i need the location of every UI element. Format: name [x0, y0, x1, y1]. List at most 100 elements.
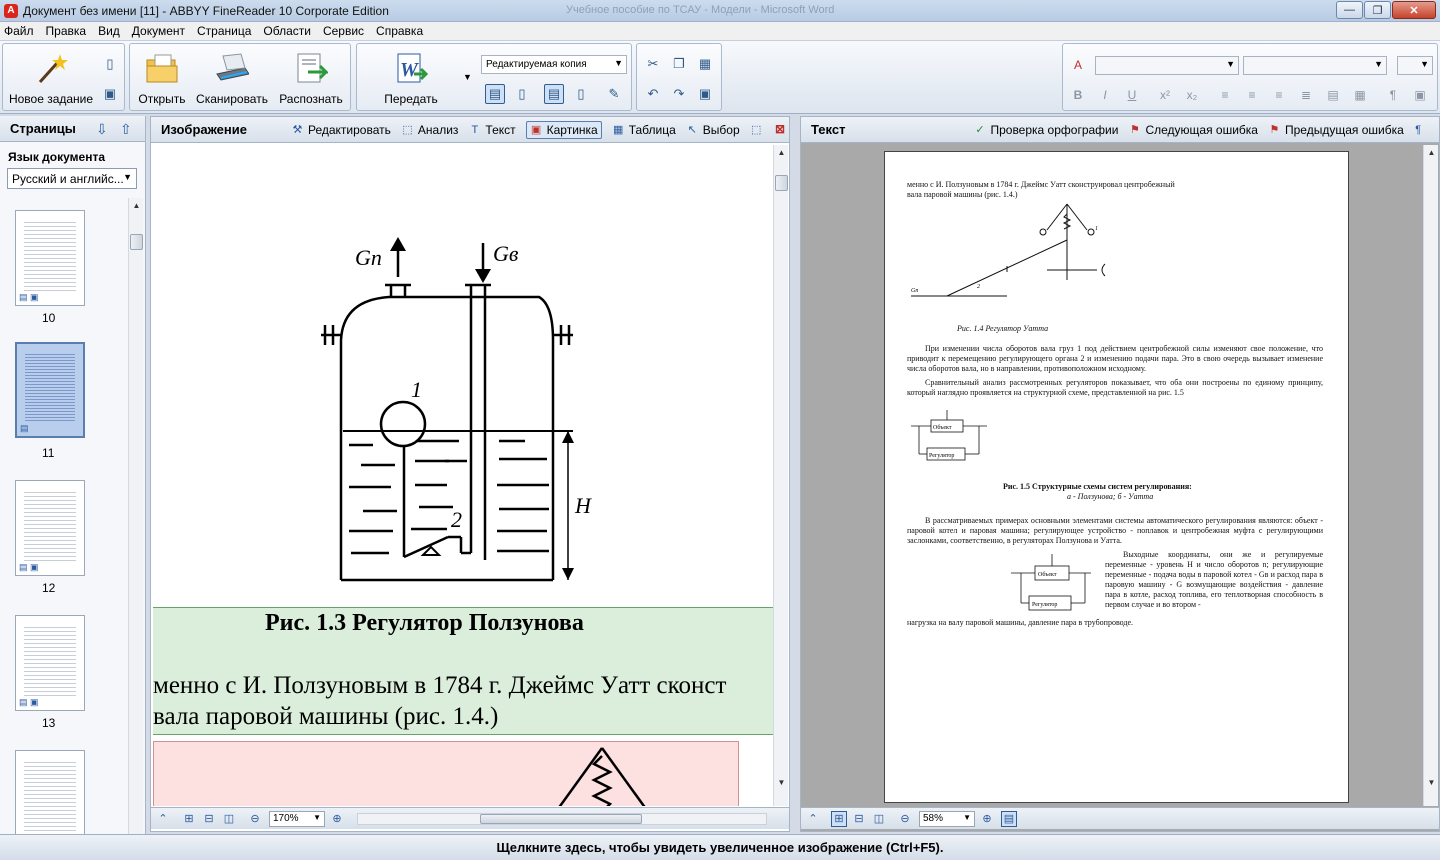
menu-edit[interactable]: Правка [46, 24, 87, 38]
superscript-icon[interactable]: x² [1156, 86, 1174, 104]
scroll-up-icon[interactable]: ▲ [1424, 145, 1439, 159]
paste-icon[interactable]: ▦ [695, 54, 715, 74]
maximize-button[interactable]: ❐ [1364, 1, 1391, 19]
output-format-select[interactable]: Редактируемая копия ▼ [481, 55, 627, 74]
image-vscrollbar[interactable]: ▲ ▼ [773, 145, 788, 806]
page-thumbnail[interactable]: ▤ ▣ [15, 480, 85, 576]
zoom-window-bar[interactable]: Щелкните здесь, чтобы увидеть увеличенно… [0, 834, 1440, 860]
page-thumbnail-selected[interactable]: ▤ [15, 342, 85, 438]
collapse-icon[interactable]: ⌃ [155, 811, 171, 827]
prev-error-button[interactable]: ⚑ Предыдущая ошибка [1268, 123, 1404, 137]
scroll-down-icon[interactable]: ▼ [774, 775, 789, 789]
new-task-button[interactable]: Новое задание [5, 44, 97, 110]
scroll-down-icon[interactable]: ▼ [1424, 775, 1439, 789]
layout-view-icon[interactable]: ▤ [1001, 810, 1017, 827]
image-hscrollbar[interactable] [357, 812, 767, 825]
fit-page-icon[interactable]: ⊞ [831, 810, 847, 827]
close-pane-icon[interactable]: ⊠ [775, 122, 785, 136]
table-tool-button[interactable]: ▦ Таблица [612, 123, 676, 137]
align-center-icon[interactable]: ≡ [1243, 86, 1261, 104]
bold-icon[interactable]: B [1069, 86, 1087, 104]
subscript-icon[interactable]: x₂ [1183, 86, 1201, 104]
layout-page-icon[interactable]: ▤ [485, 84, 505, 104]
move-up-icon[interactable]: ⇧ [120, 121, 132, 138]
show-formatting-button[interactable]: ¶ [1412, 123, 1429, 136]
select-tool-button[interactable]: ↖ Выбор [686, 123, 740, 137]
two-page-icon[interactable]: ◫ [871, 811, 887, 827]
cut-icon[interactable]: ✂ [643, 54, 663, 74]
menu-document[interactable]: Документ [132, 24, 185, 38]
pilcrow-icon[interactable]: ¶ [1384, 86, 1402, 104]
zoom-out-icon[interactable]: ⊖ [897, 811, 913, 827]
options-wrench-icon[interactable]: ✎ [604, 84, 624, 104]
italic-icon[interactable]: I [1096, 86, 1114, 104]
image-icon[interactable]: ▣ [100, 84, 120, 104]
undo-icon[interactable]: ↶ [643, 84, 663, 104]
menu-help[interactable]: Справка [376, 24, 423, 38]
menu-page[interactable]: Страница [197, 24, 251, 38]
picture-area-zone[interactable] [153, 741, 739, 806]
page-thumbnail[interactable]: ▤ ▣ [15, 750, 85, 846]
edit-tool-button[interactable]: ⚒ Редактировать [291, 123, 391, 137]
zoom-out-icon[interactable]: ⊖ [247, 811, 263, 827]
fit-width-icon[interactable]: ⊟ [201, 811, 217, 827]
selection-box-button[interactable]: ⬚ [750, 123, 767, 136]
page-icon[interactable]: ▯ [100, 54, 120, 74]
chevron-down-icon: ▼ [614, 58, 623, 68]
picture-tool-button[interactable]: ▣ Картинка [525, 120, 602, 139]
layout-plain-icon[interactable]: ▯ [571, 84, 591, 104]
fit-page-icon[interactable]: ⊞ [181, 811, 197, 827]
scroll-up-icon[interactable]: ▲ [129, 198, 144, 212]
open-button[interactable]: Открыть [134, 44, 190, 110]
collapse-icon[interactable]: ⌃ [805, 811, 821, 827]
two-page-icon[interactable]: ◫ [221, 811, 237, 827]
menu-view[interactable]: Вид [98, 24, 120, 38]
scroll-thumb[interactable] [775, 175, 788, 191]
menu-tools[interactable]: Сервис [323, 24, 364, 38]
layout-single-icon[interactable]: ▤ [544, 84, 564, 104]
table-icon[interactable]: ▦ [1351, 86, 1369, 104]
scan-button[interactable]: Сканировать [194, 44, 270, 110]
analyze-tool-button[interactable]: ⬚ Анализ [401, 123, 458, 137]
image-canvas[interactable]: Gп Gв 1 2 H Рис. 1.3 Регулятор Ползунова… [153, 145, 773, 806]
font-size-select[interactable]: ▼ [1397, 56, 1433, 75]
align-justify-icon[interactable]: ≣ [1297, 86, 1315, 104]
page-thumbnail[interactable]: ▤ ▣ [15, 210, 85, 306]
layout-text-icon[interactable]: ▯ [512, 84, 532, 104]
close-button[interactable]: ✕ [1392, 1, 1436, 19]
font-name-select[interactable]: ▼ [1243, 56, 1387, 75]
send-dropdown-arrow[interactable]: ▼ [463, 72, 472, 82]
scroll-thumb[interactable] [130, 234, 143, 250]
menu-areas[interactable]: Области [263, 24, 311, 38]
zoom-in-icon[interactable]: ⊕ [979, 811, 995, 827]
font-style-icon[interactable]: A [1069, 56, 1087, 74]
page-thumbnail[interactable]: ▤ ▣ [15, 615, 85, 711]
hscroll-thumb[interactable] [480, 813, 642, 824]
zoom-in-icon[interactable]: ⊕ [329, 811, 345, 827]
picture-icon[interactable]: ▣ [1411, 86, 1429, 104]
underline-icon[interactable]: U [1123, 86, 1141, 104]
menu-file[interactable]: Файл [4, 24, 34, 38]
align-right-icon[interactable]: ≡ [1270, 86, 1288, 104]
align-left-icon[interactable]: ≡ [1216, 86, 1234, 104]
font-style-select[interactable]: ▼ [1095, 56, 1239, 75]
spell-check-button[interactable]: ✓ Проверка орфографии [973, 123, 1118, 137]
recognize-button[interactable]: Распознать [274, 44, 348, 110]
next-error-button[interactable]: ⚑ Следующая ошибка [1128, 123, 1258, 137]
fit-width-icon[interactable]: ⊟ [851, 811, 867, 827]
indent-icon[interactable]: ▤ [1324, 86, 1342, 104]
send-button[interactable]: W Передать [369, 44, 453, 110]
text-tool-button[interactable]: T Текст [468, 123, 516, 137]
scroll-up-icon[interactable]: ▲ [774, 145, 789, 159]
page-setup-icon[interactable]: ▣ [695, 84, 715, 104]
lang-select[interactable]: Русский и английс... ▼ [7, 168, 137, 189]
image-zoom-select[interactable]: 170% ▼ [269, 810, 325, 827]
recognized-page[interactable]: менно с И. Ползуновым в 1784 г. Джеймс У… [884, 151, 1349, 803]
text-zoom-select[interactable]: 58% ▼ [919, 810, 975, 827]
move-down-icon[interactable]: ⇩ [96, 121, 108, 138]
text-vscrollbar[interactable]: ▲ ▼ [1423, 145, 1438, 806]
redo-icon[interactable]: ↷ [669, 84, 689, 104]
minimize-button[interactable]: — [1336, 1, 1363, 19]
pages-scrollbar[interactable]: ▲ ▼ [128, 198, 143, 860]
copy-icon[interactable]: ❐ [669, 54, 689, 74]
